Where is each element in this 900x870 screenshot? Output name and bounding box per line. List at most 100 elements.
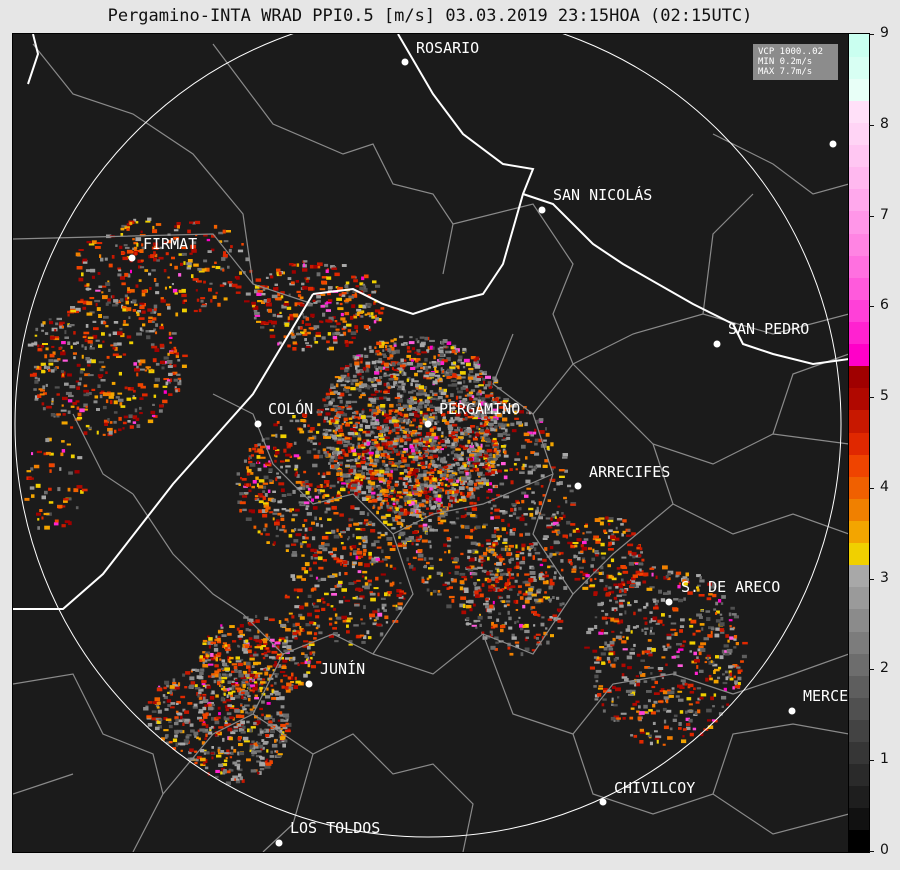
echo-pixel xyxy=(109,421,113,424)
echo-pixel xyxy=(153,311,156,314)
echo-pixel xyxy=(350,428,356,431)
echo-pixel xyxy=(199,659,203,662)
echo-pixel xyxy=(151,710,157,713)
echo-pixel xyxy=(485,459,488,463)
echo-pixel xyxy=(371,290,376,294)
echo-pixel xyxy=(75,341,79,345)
echo-pixel xyxy=(368,489,372,494)
echo-pixel xyxy=(601,616,607,620)
echo-pixel xyxy=(516,573,519,577)
echo-pixel xyxy=(280,434,287,439)
echo-pixel xyxy=(169,685,175,689)
echo-pixel xyxy=(308,286,314,291)
radar-map[interactable]: ROSARIO SAN NICOLÁS FIRMAT SAN PEDRO COLÓN PE… xyxy=(12,33,850,853)
echo-pixel xyxy=(382,491,385,496)
echo-pixel xyxy=(725,634,729,638)
echo-pixel xyxy=(366,485,372,490)
echo-pixel xyxy=(264,616,269,620)
echo-pixel xyxy=(268,468,273,473)
echo-pixel xyxy=(324,510,328,514)
echo-pixel xyxy=(368,328,372,332)
echo-pixel xyxy=(347,491,350,494)
echo-pixel xyxy=(100,379,106,382)
echo-pixel xyxy=(271,743,278,748)
echo-pixel xyxy=(345,365,350,368)
echo-pixel xyxy=(399,439,404,443)
echo-pixel xyxy=(160,360,166,365)
echo-pixel xyxy=(201,268,207,272)
echo-pixel xyxy=(731,613,737,616)
echo-pixel xyxy=(207,663,214,666)
echo-pixel xyxy=(354,325,359,329)
echo-pixel xyxy=(665,663,668,667)
echo-pixel xyxy=(144,369,148,372)
echo-pixel xyxy=(141,289,148,293)
echo-pixel xyxy=(262,656,266,660)
echo-pixel xyxy=(137,359,141,363)
echo-pixel xyxy=(124,246,130,249)
echo-pixel xyxy=(281,685,285,689)
echo-pixel xyxy=(469,453,475,457)
echo-pixel xyxy=(400,343,405,346)
echo-pixel xyxy=(206,685,211,689)
echo-pixel xyxy=(249,645,253,648)
echo-pixel xyxy=(466,461,471,465)
echo-pixel xyxy=(238,670,242,674)
echo-pixel xyxy=(146,715,152,719)
echo-pixel xyxy=(617,696,620,699)
echo-pixel xyxy=(345,479,351,484)
echo-pixel xyxy=(280,465,283,469)
echo-pixel xyxy=(685,710,688,714)
echo-pixel xyxy=(504,545,508,548)
echo-pixel xyxy=(658,700,664,703)
echo-pixel xyxy=(346,323,352,327)
echo-pixel xyxy=(468,487,473,492)
echo-pixel xyxy=(676,650,680,653)
echo-pixel xyxy=(451,431,454,435)
echo-pixel xyxy=(360,315,364,318)
echo-pixel xyxy=(490,511,493,515)
echo-pixel xyxy=(224,667,230,671)
echo-pixel xyxy=(289,316,294,321)
echo-pixel xyxy=(707,719,712,722)
echo-pixel xyxy=(162,399,168,404)
echo-pixel xyxy=(99,368,104,372)
echo-pixel xyxy=(447,424,453,429)
echo-pixel xyxy=(387,542,393,546)
echo-pixel xyxy=(76,363,81,367)
echo-pixel xyxy=(284,639,287,643)
echo-pixel xyxy=(84,338,88,343)
echo-pixel xyxy=(475,479,482,482)
echo-pixel xyxy=(319,288,326,291)
echo-pixel xyxy=(275,534,279,538)
echo-pixel xyxy=(364,519,369,522)
echo-pixel xyxy=(262,496,266,501)
echo-pixel xyxy=(230,245,233,249)
echo-pixel xyxy=(221,667,224,670)
echo-pixel xyxy=(316,295,321,299)
echo-pixel xyxy=(256,483,259,487)
echo-pixel xyxy=(349,421,353,424)
echo-pixel xyxy=(475,443,479,447)
echo-pixel xyxy=(368,520,372,525)
echo-pixel xyxy=(280,679,283,683)
echo-pixel xyxy=(255,278,262,282)
echo-pixel xyxy=(328,316,334,320)
echo-pixel xyxy=(406,557,409,562)
echo-pixel xyxy=(524,532,531,536)
echo-pixel xyxy=(327,286,333,290)
echo-pixel xyxy=(467,376,474,380)
echo-pixel xyxy=(399,413,403,416)
echo-pixel xyxy=(223,297,228,301)
echo-pixel xyxy=(119,402,123,406)
echo-pixel xyxy=(152,229,158,234)
echo-pixel xyxy=(236,276,240,280)
echo-pixel xyxy=(89,297,95,300)
echo-pixel xyxy=(458,486,465,490)
echo-pixel xyxy=(235,660,242,663)
echo-pixel xyxy=(422,447,428,451)
echo-pixel xyxy=(399,445,404,448)
echo-pixel xyxy=(542,464,548,468)
echo-pixel xyxy=(655,622,660,625)
echo-pixel xyxy=(447,470,454,473)
